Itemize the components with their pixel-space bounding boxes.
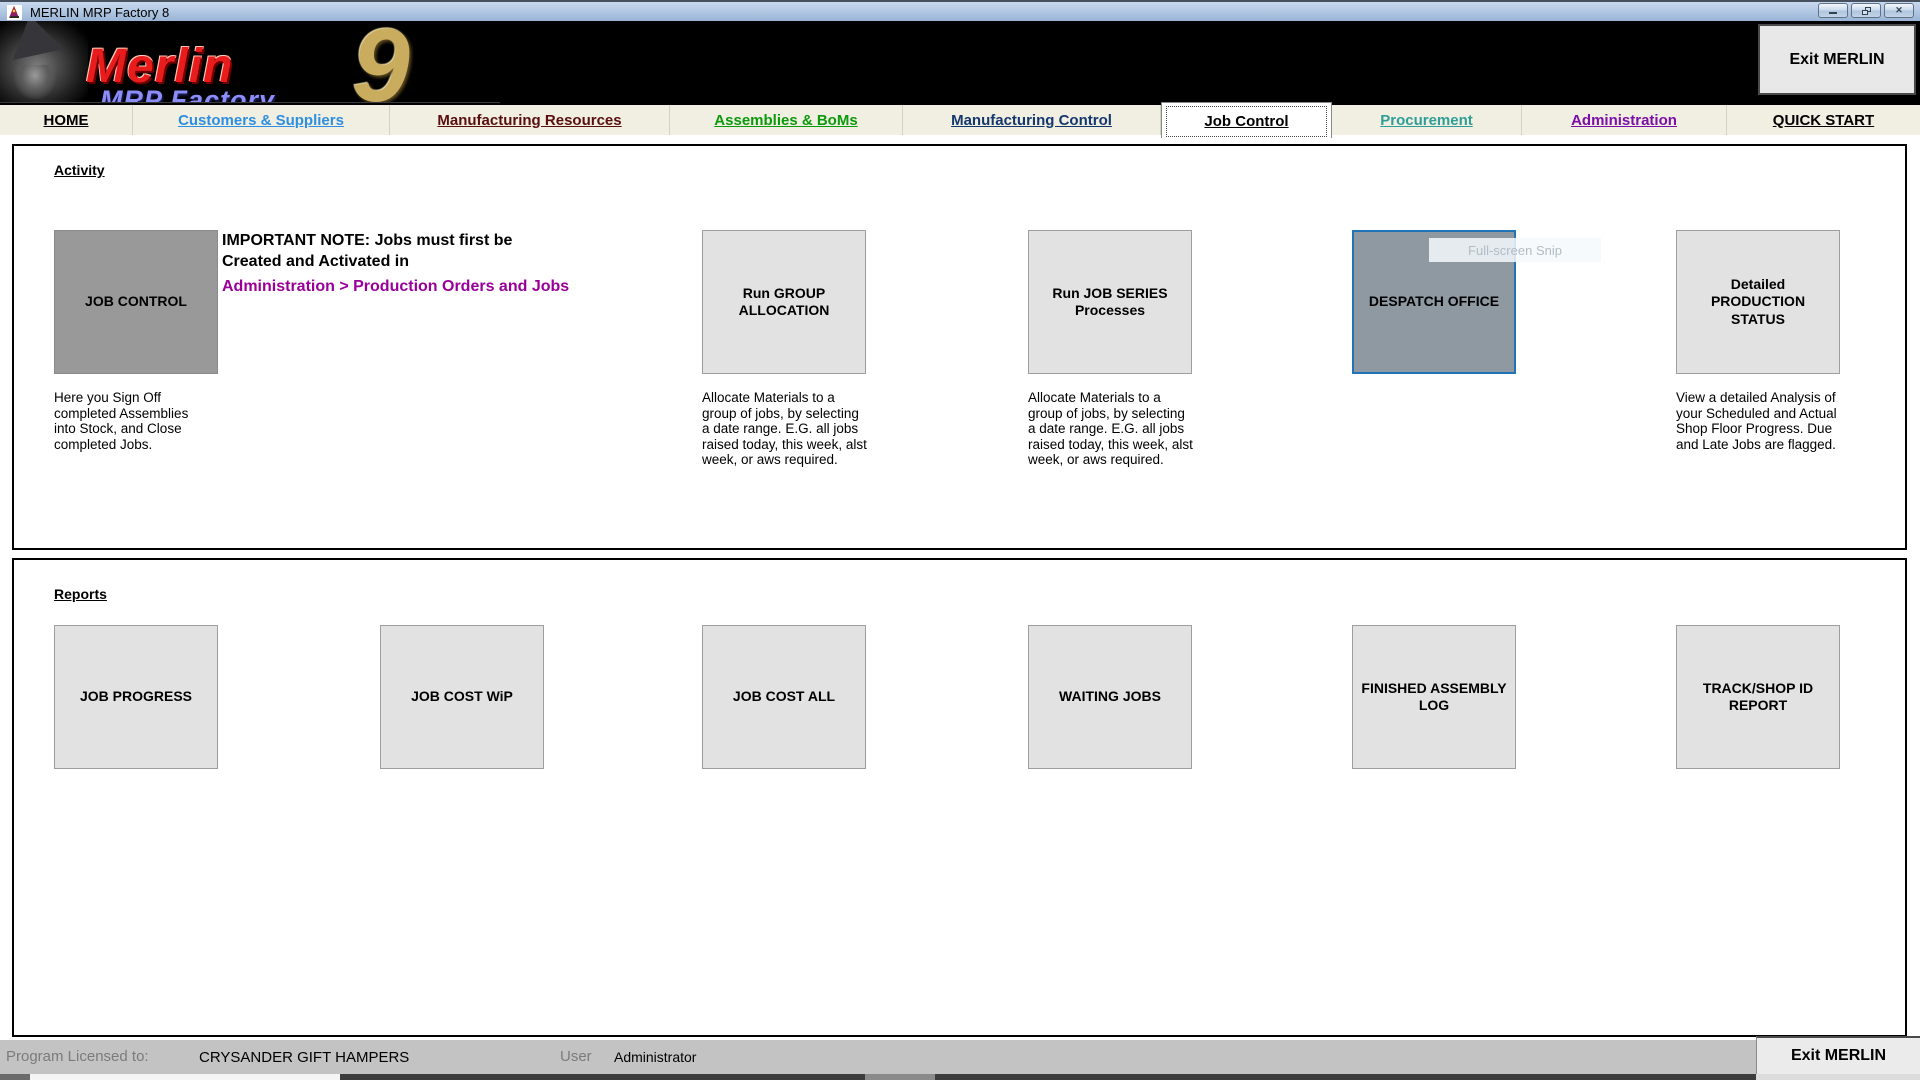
activity-section: Activity JOB CONTROL IMPORTANT NOTE: Job…: [12, 144, 1907, 550]
run-group-allocation-button[interactable]: Run GROUP ALLOCATION: [702, 230, 866, 374]
job-cost-wip-button[interactable]: JOB COST WiP: [380, 625, 544, 769]
close-icon: ✕: [1895, 6, 1903, 15]
tab-administration-label: Administration: [1571, 112, 1677, 129]
minimize-icon: [1829, 12, 1837, 14]
detailed-production-status-button[interactable]: Detailed PRODUCTION STATUS: [1676, 230, 1840, 374]
tab-assemblies-boms-label: Assemblies & BoMs: [714, 112, 857, 129]
taskbar-edge-strip: [0, 1074, 1920, 1080]
merlin-logo: Merlin MRP Factory 9: [0, 21, 500, 103]
group-allocation-description: Allocate Materials to a group of jobs, b…: [702, 390, 870, 468]
job-progress-button[interactable]: JOB PROGRESS: [54, 625, 218, 769]
logo-word-mrp-factory: MRP Factory: [100, 85, 275, 103]
exit-merlin-button-bottom[interactable]: Exit MERLIN: [1756, 1036, 1920, 1074]
finished-assembly-log-button[interactable]: FINISHED ASSEMBLY LOG: [1352, 625, 1516, 769]
license-value: CRYSANDER GIFT HAMPERS: [199, 1049, 409, 1066]
tab-job-control[interactable]: Job Control: [1161, 102, 1332, 138]
activity-heading: Activity: [54, 162, 105, 178]
logo-number-9: 9: [352, 21, 410, 103]
tab-manufacturing-resources-label: Manufacturing Resources: [437, 112, 621, 129]
production-status-description: View a detailed Analysis of your Schedul…: [1676, 390, 1854, 452]
close-button[interactable]: ✕: [1884, 3, 1914, 18]
tab-procurement[interactable]: Procurement: [1332, 105, 1522, 135]
header-band: Merlin MRP Factory 9 Exit MERLIN: [0, 21, 1920, 105]
reports-section: Reports JOB PROGRESS JOB COST WiP JOB CO…: [12, 558, 1907, 1037]
restore-button[interactable]: [1851, 3, 1881, 18]
job-control-button[interactable]: JOB CONTROL: [54, 230, 218, 374]
waiting-jobs-button[interactable]: WAITING JOBS: [1028, 625, 1192, 769]
tab-administration[interactable]: Administration: [1522, 105, 1727, 135]
tab-job-control-label: Job Control: [1204, 113, 1288, 130]
window-title: MERLIN MRP Factory 8: [30, 5, 169, 20]
job-control-description: Here you Sign Off completed Assemblies i…: [54, 390, 204, 452]
fullscreen-snip-tooltip: Full-screen Snip: [1429, 238, 1601, 262]
user-value: Administrator: [614, 1049, 696, 1065]
tab-procurement-label: Procurement: [1380, 112, 1473, 129]
merlin-mrp-window: MERLIN MRP Factory 8 ✕ Merlin MRP Factor…: [0, 0, 1920, 1080]
tab-quick-start[interactable]: QUICK START: [1727, 105, 1920, 135]
tab-home[interactable]: HOME: [0, 105, 133, 135]
taskbar-segment-light: [30, 1074, 340, 1080]
job-series-description: Allocate Materials to a group of jobs, b…: [1028, 390, 1196, 468]
status-bar: Program Licensed to: CRYSANDER GIFT HAMP…: [0, 1040, 1920, 1074]
user-label: User: [560, 1048, 592, 1065]
tab-home-label: HOME: [44, 112, 89, 129]
taskbar-segment-right: [1756, 1074, 1920, 1080]
job-cost-all-button[interactable]: JOB COST ALL: [702, 625, 866, 769]
exit-merlin-button-top[interactable]: Exit MERLIN: [1758, 24, 1916, 95]
tab-manufacturing-control[interactable]: Manufacturing Control: [903, 105, 1161, 135]
track-shop-id-report-button[interactable]: TRACK/SHOP ID REPORT: [1676, 625, 1840, 769]
minimize-button[interactable]: [1818, 3, 1848, 18]
license-label: Program Licensed to:: [6, 1048, 149, 1065]
tab-customers-suppliers[interactable]: Customers & Suppliers: [133, 105, 390, 135]
tab-manufacturing-control-label: Manufacturing Control: [951, 112, 1112, 129]
tab-manufacturing-resources[interactable]: Manufacturing Resources: [390, 105, 670, 135]
restore-icon: [1862, 7, 1871, 15]
tab-customers-suppliers-label: Customers & Suppliers: [178, 112, 344, 129]
run-job-series-button[interactable]: Run JOB SERIES Processes: [1028, 230, 1192, 374]
taskbar-segment-corner: [0, 1074, 30, 1080]
app-wizard-icon: [7, 5, 22, 20]
important-note: IMPORTANT NOTE: Jobs must first be Creat…: [222, 230, 742, 296]
reports-heading: Reports: [54, 586, 107, 602]
tab-quick-start-label: QUICK START: [1773, 112, 1874, 129]
note-line1: IMPORTANT NOTE: Jobs must first be: [222, 232, 512, 249]
wizard-image: [0, 21, 88, 103]
note-line2: Created and Activated in: [222, 253, 409, 270]
window-controls: ✕: [1818, 3, 1914, 18]
note-admin-path-link: Administration > Production Orders and J…: [222, 278, 742, 296]
main-tab-bar: HOME Customers & Suppliers Manufacturing…: [0, 105, 1920, 135]
window-titlebar: MERLIN MRP Factory 8 ✕: [0, 0, 1920, 21]
tab-assemblies-boms[interactable]: Assemblies & BoMs: [670, 105, 903, 135]
taskbar-segment-notch: [865, 1074, 935, 1080]
